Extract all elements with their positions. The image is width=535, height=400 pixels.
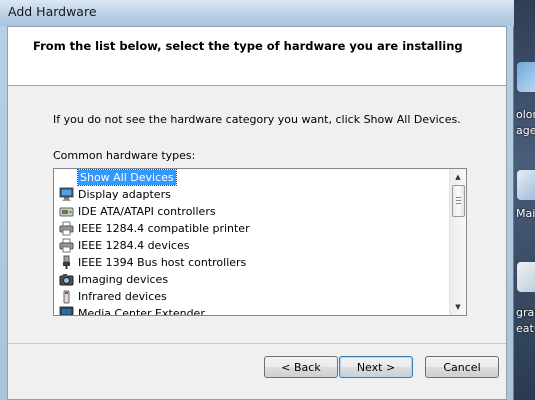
scroll-up-arrow-icon[interactable]: ▲ <box>450 169 466 185</box>
list-item-ieee-1394-bus-host-controllers[interactable]: IEEE 1394 Bus host controllers <box>54 254 450 271</box>
list-item-label: Imaging devices <box>78 273 169 286</box>
printer-icon <box>59 238 74 253</box>
list-item-label: Show All Devices <box>77 169 177 186</box>
list-item-infrared-devices[interactable]: Infrared devices <box>54 288 450 305</box>
desktop-label: ager <box>516 124 535 137</box>
list-items: Show All Devices Display adapters IDE AT… <box>54 169 450 316</box>
scroll-grip <box>456 197 461 198</box>
list-item-label: Display adapters <box>78 188 171 201</box>
list-item-label: Media Center Extender <box>78 307 205 316</box>
list-item-media-center-extender[interactable]: Media Center Extender <box>54 305 450 316</box>
list-item-ieee-1284-4-compatible-printer[interactable]: IEEE 1284.4 compatible printer <box>54 220 450 237</box>
mail-icon[interactable] <box>517 170 535 200</box>
printer-icon <box>59 221 74 236</box>
usb-plug-icon <box>63 255 70 269</box>
drive-controller-icon <box>59 207 74 217</box>
infrared-icon <box>63 290 70 304</box>
list-label: Common hardware types: <box>53 149 196 162</box>
program-icon[interactable] <box>517 262 535 292</box>
title-bar[interactable]: Add Hardware <box>0 0 514 26</box>
header-panel: From the list below, select the type of … <box>8 27 506 86</box>
scroll-down-arrow-icon[interactable]: ▼ <box>450 299 466 315</box>
list-item-label: IEEE 1284.4 devices <box>78 239 190 252</box>
hardware-type-list[interactable]: Show All Devices Display adapters IDE AT… <box>53 168 467 316</box>
dialog-body: From the list below, select the type of … <box>7 26 507 400</box>
hint-text: If you do not see the hardware category … <box>53 113 461 126</box>
list-item-label: IEEE 1284.4 compatible printer <box>78 222 250 235</box>
back-button[interactable]: < Back <box>264 356 338 378</box>
list-item-ieee-1284-4-devices[interactable]: IEEE 1284.4 devices <box>54 237 450 254</box>
footer-divider <box>8 343 506 344</box>
list-item-show-all-devices[interactable]: Show All Devices <box>54 169 450 186</box>
list-item-display-adapters[interactable]: Display adapters <box>54 186 450 203</box>
desktop-label: olor <box>516 108 535 121</box>
list-item-imaging-devices[interactable]: Imaging devices <box>54 271 450 288</box>
monitor-icon <box>59 187 74 201</box>
scroll-grip <box>456 203 461 204</box>
desktop-label: gran <box>516 306 535 319</box>
desktop-background: olor ager Mail gran eatu <box>514 0 535 400</box>
list-item-label: IEEE 1394 Bus host controllers <box>78 256 247 269</box>
scroll-thumb[interactable] <box>452 185 465 217</box>
list-item-label: Infrared devices <box>78 290 167 303</box>
scroll-grip <box>456 200 461 201</box>
list-item-label: IDE ATA/ATAPI controllers <box>78 205 216 218</box>
color-manager-icon[interactable] <box>517 62 535 92</box>
add-hardware-window: Add Hardware From the list below, select… <box>0 0 514 400</box>
desktop-label: Mail <box>516 207 535 220</box>
camera-icon <box>59 274 74 286</box>
window-title: Add Hardware <box>8 4 97 19</box>
list-scrollbar[interactable]: ▲ ▼ <box>449 169 466 315</box>
header-instruction: From the list below, select the type of … <box>33 39 463 53</box>
next-button[interactable]: Next > <box>339 356 413 378</box>
cancel-button[interactable]: Cancel <box>425 356 499 378</box>
monitor-icon <box>59 306 74 315</box>
desktop-label: eatu <box>516 322 535 335</box>
list-item-ide-ata-atapi-controllers[interactable]: IDE ATA/ATAPI controllers <box>54 203 450 220</box>
